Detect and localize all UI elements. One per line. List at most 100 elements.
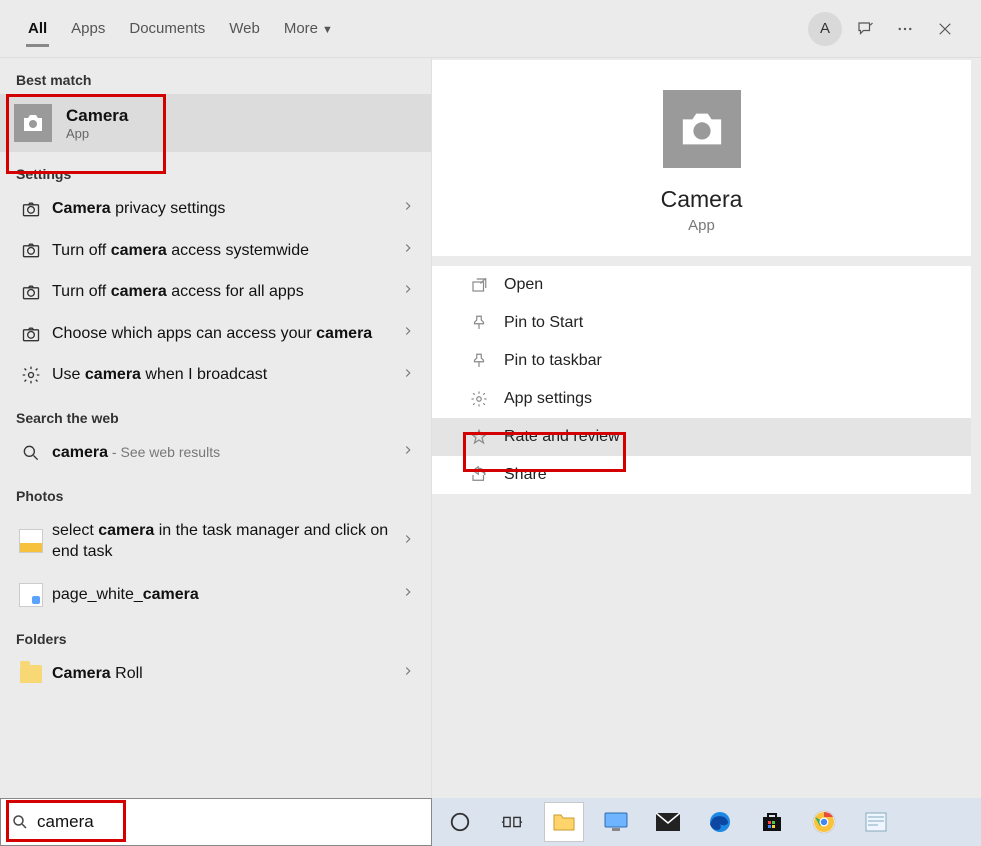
task-view-icon [501, 811, 523, 833]
pin-icon [466, 352, 492, 370]
photo-item[interactable]: page_white_camera [0, 573, 431, 617]
results-pane: Best match Camera App Settings Camera pr… [0, 58, 432, 798]
search-box[interactable] [0, 798, 432, 846]
best-match-item[interactable]: Camera App [0, 94, 431, 152]
share-icon [466, 466, 492, 484]
folder-label: Camera Roll [46, 663, 401, 685]
feedback-icon [856, 20, 874, 38]
folder-icon [552, 812, 576, 832]
gear-icon [466, 390, 492, 408]
cortana-icon [449, 811, 471, 833]
web-result-label: camera - See web results [46, 442, 401, 464]
settings-item[interactable]: Use camera when I broadcast [0, 354, 431, 396]
photo-thumb-icon [16, 583, 46, 607]
document-icon [863, 811, 889, 833]
tab-label: Apps [71, 20, 105, 37]
file-explorer-button[interactable] [544, 802, 584, 842]
settings-item[interactable]: Turn off camera access systemwide [0, 230, 431, 272]
chevron-right-icon [401, 532, 415, 551]
best-match-sub: App [66, 126, 128, 141]
action-rate-review[interactable]: Rate and review [432, 418, 971, 456]
mail-button[interactable] [648, 802, 688, 842]
folder-item[interactable]: Camera Roll [0, 653, 431, 695]
chrome-button[interactable] [804, 802, 844, 842]
action-label: Pin to taskbar [504, 352, 602, 370]
cortana-button[interactable] [440, 802, 480, 842]
task-view-button[interactable] [492, 802, 532, 842]
action-open[interactable]: Open [432, 266, 971, 304]
chevron-right-icon [401, 241, 415, 260]
tab-label: Documents [129, 20, 205, 37]
settings-item[interactable]: Camera privacy settings [0, 188, 431, 230]
feedback-button[interactable] [845, 9, 885, 49]
edge-button[interactable] [700, 802, 740, 842]
pin-icon [466, 314, 492, 332]
best-match-title: Camera [66, 106, 128, 126]
settings-item[interactable]: Choose which apps can access your camera [0, 313, 431, 355]
store-button[interactable] [752, 802, 792, 842]
settings-label: Turn off camera access systemwide [46, 240, 401, 262]
photo-label: select camera in the task manager and cl… [46, 520, 401, 563]
open-icon [466, 276, 492, 294]
action-label: Share [504, 466, 547, 484]
close-button[interactable] [925, 9, 965, 49]
camera-icon [16, 324, 46, 344]
tab-apps[interactable]: Apps [59, 6, 117, 51]
tab-all[interactable]: All [16, 6, 59, 51]
settings-item[interactable]: Turn off camera access for all apps [0, 271, 431, 313]
app-button[interactable] [856, 802, 896, 842]
settings-label: Camera privacy settings [46, 198, 401, 220]
action-pin-start[interactable]: Pin to Start [432, 304, 971, 342]
web-result-item[interactable]: camera - See web results [0, 432, 431, 474]
tab-web[interactable]: Web [217, 6, 272, 51]
chevron-right-icon [401, 199, 415, 218]
camera-app-icon [14, 104, 52, 142]
monitor-icon [603, 811, 629, 833]
action-label: App settings [504, 390, 592, 408]
detail-title: Camera [661, 186, 743, 213]
chevron-down-icon: ▼ [322, 24, 333, 36]
search-web-header: Search the web [0, 396, 431, 432]
action-app-settings[interactable]: App settings [432, 380, 971, 418]
chevron-right-icon [401, 664, 415, 683]
search-icon [16, 443, 46, 463]
detail-pane: Camera App Open Pin to Start Pin to task… [432, 58, 981, 798]
camera-app-icon-large [663, 90, 741, 168]
photos-header: Photos [0, 474, 431, 510]
camera-icon [16, 240, 46, 260]
photo-label: page_white_camera [46, 584, 401, 606]
taskbar-tray [432, 798, 981, 846]
chevron-right-icon [401, 443, 415, 462]
tab-more[interactable]: More ▼ [272, 6, 345, 51]
actions-list: Open Pin to Start Pin to taskbar App set… [432, 266, 971, 494]
action-label: Rate and review [504, 428, 620, 446]
chevron-right-icon [401, 324, 415, 343]
settings-header: Settings [0, 152, 431, 188]
action-pin-taskbar[interactable]: Pin to taskbar [432, 342, 971, 380]
tab-label: All [28, 20, 47, 37]
tab-documents[interactable]: Documents [117, 6, 217, 51]
store-icon [760, 810, 784, 834]
search-input[interactable] [37, 812, 421, 832]
folders-header: Folders [0, 617, 431, 653]
edge-icon [708, 810, 732, 834]
settings-label: Use camera when I broadcast [46, 364, 401, 386]
tab-label: Web [229, 20, 260, 37]
screen-sketch-button[interactable] [596, 802, 636, 842]
header-tabs: All Apps Documents Web More ▼ A [0, 0, 981, 58]
detail-card: Camera App [432, 60, 971, 256]
more-options-button[interactable] [885, 9, 925, 49]
search-icon [11, 813, 29, 831]
gear-icon [16, 365, 46, 385]
close-icon [936, 20, 954, 38]
ellipsis-icon [896, 20, 914, 38]
settings-label: Choose which apps can access your camera [46, 323, 401, 345]
photo-item[interactable]: select camera in the task manager and cl… [0, 510, 431, 573]
action-share[interactable]: Share [432, 456, 971, 494]
star-icon [466, 428, 492, 446]
chevron-right-icon [401, 282, 415, 301]
settings-label: Turn off camera access for all apps [46, 281, 401, 303]
camera-icon [16, 282, 46, 302]
tab-label: More [284, 20, 318, 37]
account-avatar[interactable]: A [805, 9, 845, 49]
